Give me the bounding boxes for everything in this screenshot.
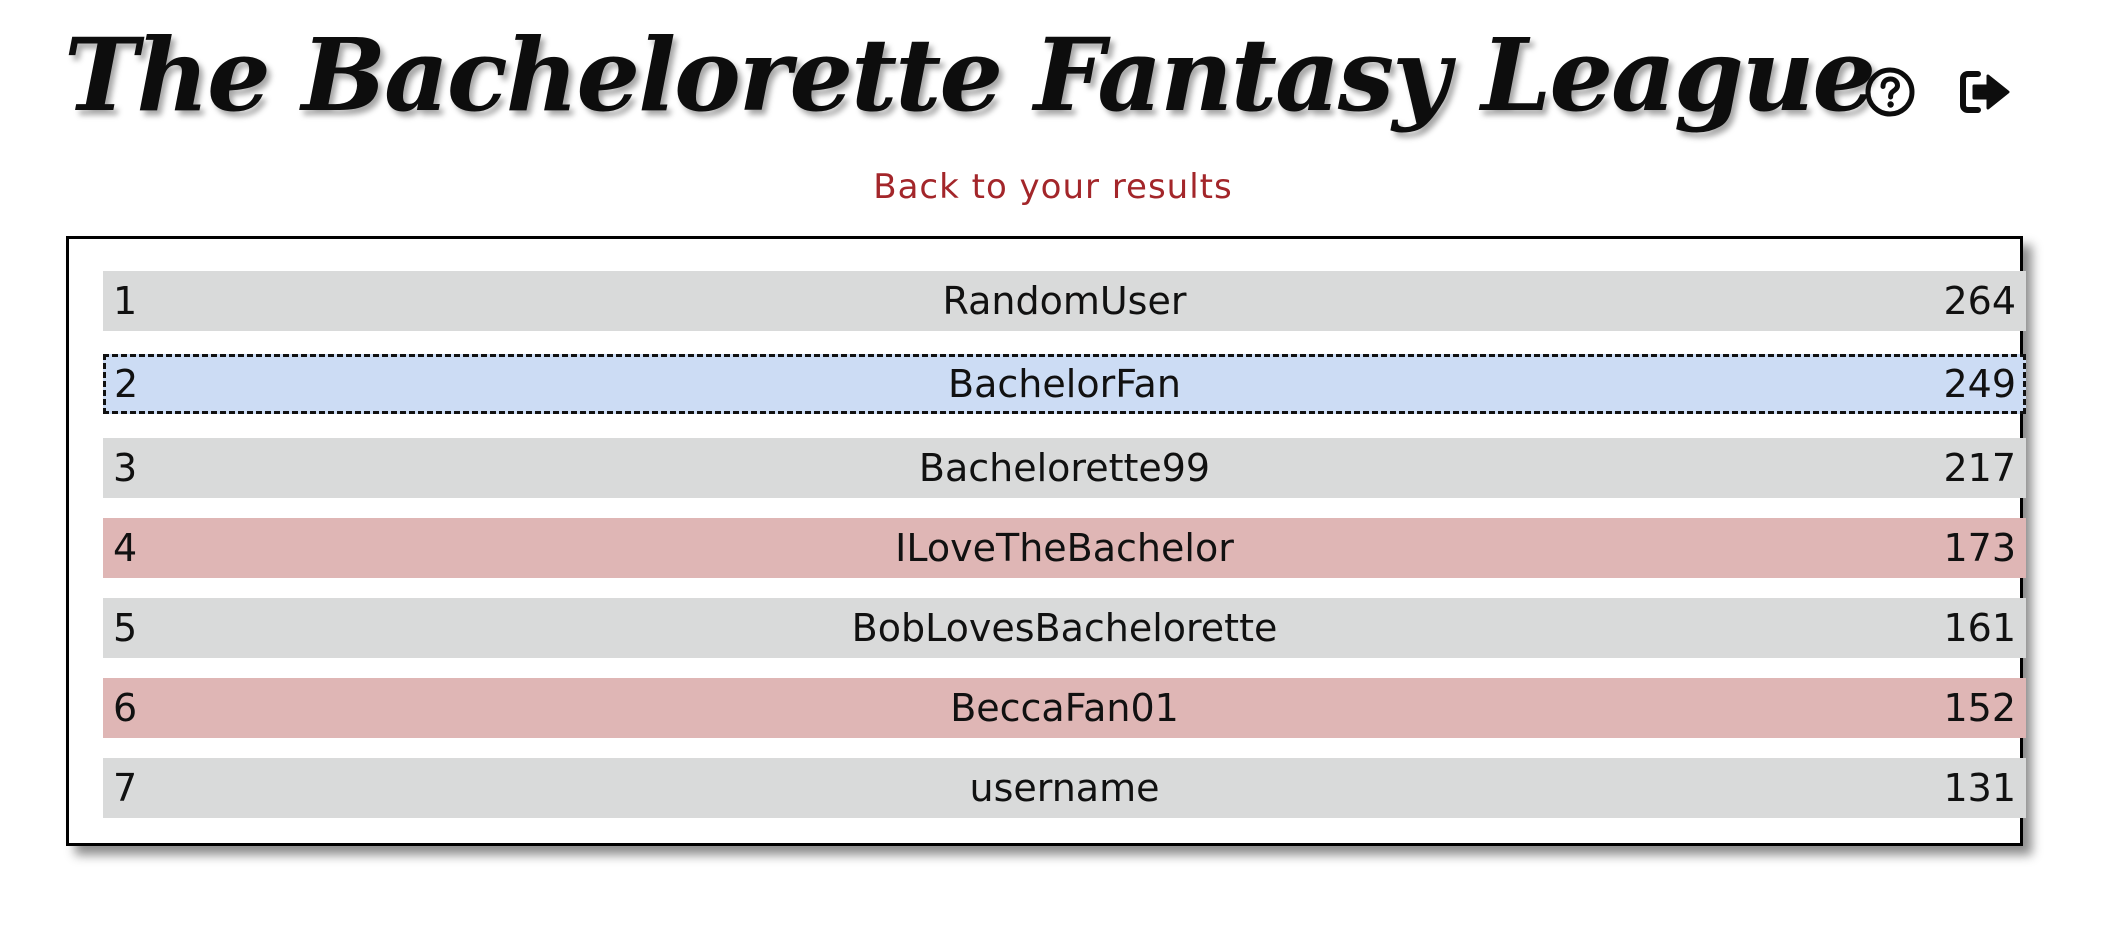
leaderboard-panel: 1 RandomUser 264 2 BachelorFan 249 3 Bac…	[66, 236, 2026, 846]
score: 173	[1943, 526, 2016, 570]
score: 264	[1943, 279, 2016, 323]
leaderboard-row[interactable]: 6 BeccaFan01 152	[103, 678, 2026, 738]
page-title: The Bachelorette Fantasy League	[64, 16, 1876, 134]
username: RandomUser	[942, 279, 1187, 323]
username: BeccaFan01	[950, 686, 1179, 730]
username: username	[969, 766, 1160, 810]
back-to-results-link[interactable]: Back to your results	[0, 165, 2106, 209]
sign-out-icon	[1958, 66, 2014, 118]
username: ILoveTheBachelor	[895, 526, 1234, 570]
leaderboard-row[interactable]: 1 RandomUser 264	[103, 271, 2026, 331]
question-circle-icon	[1864, 66, 1916, 118]
score: 161	[1943, 606, 2016, 650]
username: BachelorFan	[948, 362, 1181, 406]
leaderboard-row[interactable]: 4 ILoveTheBachelor 173	[103, 518, 2026, 578]
score: 131	[1943, 766, 2016, 810]
leaderboard-row[interactable]: 3 Bachelorette99 217	[103, 438, 2026, 498]
username: Bachelorette99	[918, 446, 1211, 490]
leaderboard-row[interactable]: 5 BobLovesBachelorette 161	[103, 598, 2026, 658]
username: BobLovesBachelorette	[851, 606, 1278, 650]
score: 249	[1943, 362, 2016, 406]
help-button[interactable]	[1862, 64, 1918, 120]
score: 152	[1943, 686, 2016, 730]
logout-button[interactable]	[1958, 64, 2014, 120]
leaderboard-row-current-user[interactable]: 2 BachelorFan 249	[103, 354, 2026, 414]
leaderboard-row[interactable]: 7 username 131	[103, 758, 2026, 818]
score: 217	[1943, 446, 2016, 490]
